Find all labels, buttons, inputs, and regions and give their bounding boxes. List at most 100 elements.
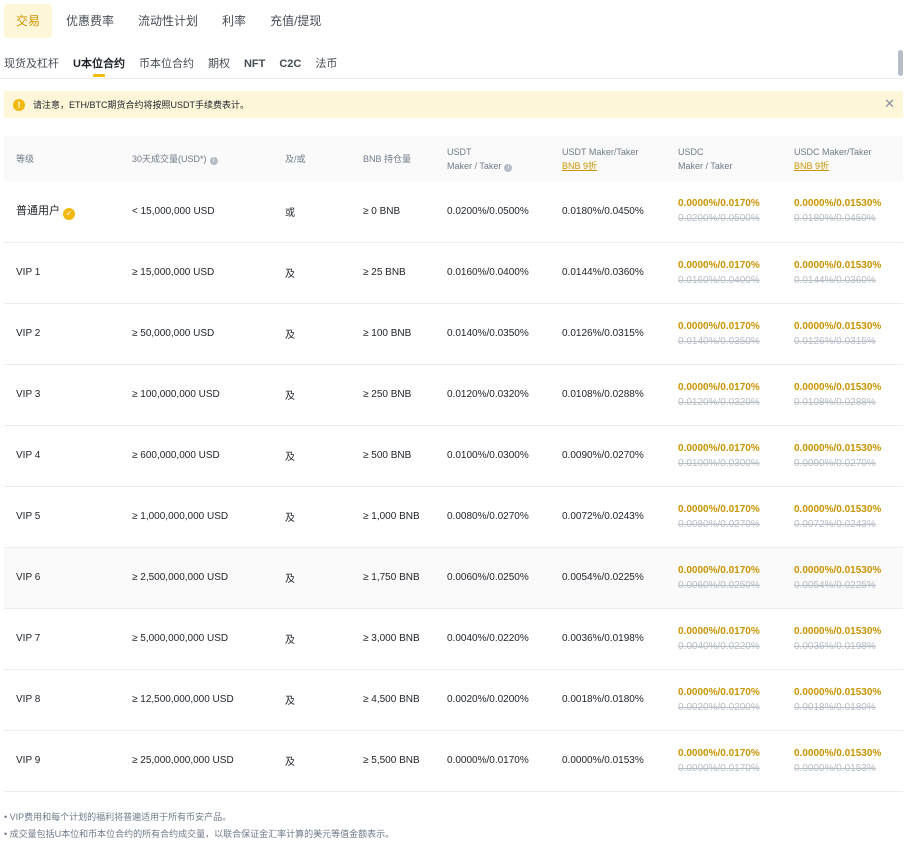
cell-bnb-balance: ≥ 500 BNB (363, 450, 412, 461)
cell-bnb-balance: ≥ 100 BNB (363, 328, 412, 339)
header-level: 等级 (16, 153, 35, 164)
promo-rate: 0.0000%/0.01530% (794, 442, 882, 454)
cell-volume: ≥ 5,000,000,000 USD (132, 633, 229, 644)
subtab-coinm-futures[interactable]: 币本位合约 (139, 50, 194, 78)
cell-usdc-rate: 0.0000%/0.0170% 0.0040%/0.0220% (666, 608, 782, 669)
promo-rate: 0.0000%/0.01530% (794, 198, 882, 210)
cell-bnb-balance: ≥ 1,750 BNB (363, 572, 420, 583)
subtab-nft[interactable]: NFT (244, 50, 265, 78)
cell-usdt-rate: 0.0100%/0.0300% (447, 450, 529, 461)
cell-usdc-rate: 0.0000%/0.0170% 0.0080%/0.0270% (666, 486, 782, 547)
subtab-spot-margin[interactable]: 现货及杠杆 (4, 50, 59, 78)
bnb-discount-link[interactable]: BNB 9折 (562, 159, 666, 173)
cell-level: VIP 7 (16, 633, 41, 644)
original-rate: 0.0144%/0.0360% (794, 274, 876, 286)
cell-usdc-bnb-rate: 0.0000%/0.01530% 0.0000%/0.0153% (782, 730, 903, 791)
table-row: VIP 6 ≥ 2,500,000,000 USD 及 ≥ 1,750 BNB 0.00… (4, 547, 903, 608)
original-rate: 0.0090%/0.0270% (794, 457, 876, 469)
tab-deposit-withdraw[interactable]: 充值/提现 (260, 4, 331, 38)
promo-rate: 0.0000%/0.0170% (678, 381, 760, 393)
info-icon[interactable]: i (209, 156, 218, 165)
cell-usdt-bnb-rate: 0.0054%/0.0225% (562, 572, 644, 583)
cell-and-or: 及 (285, 330, 295, 341)
cell-level: 普通用户 ✓ (4, 181, 120, 242)
cell-level: VIP 3 (16, 389, 41, 400)
cell-volume: ≥ 15,000,000 USD (132, 267, 215, 278)
cell-bnb-balance: ≥ 4,500 BNB (363, 694, 420, 705)
subtab-usdm-futures[interactable]: U本位合约 (73, 50, 125, 78)
subtab-options[interactable]: 期权 (208, 50, 230, 78)
cell-bnb-balance: ≥ 25 BNB (363, 267, 406, 278)
tab-discount-rates[interactable]: 优惠费率 (56, 4, 124, 38)
promo-rate: 0.0000%/0.01530% (794, 625, 882, 637)
sub-tabs: 现货及杠杆 U本位合约 币本位合约 期权 NFT C2C 法币 (0, 50, 905, 79)
tab-trading[interactable]: 交易 (4, 4, 53, 38)
cell-usdt-rate: 0.0160%/0.0400% (447, 267, 529, 278)
scrollbar-thumb[interactable] (898, 50, 903, 76)
cell-bnb-balance: ≥ 250 BNB (363, 389, 412, 400)
original-rate: 0.0040%/0.0220% (678, 640, 760, 652)
cell-usdt-rate: 0.0020%/0.0200% (447, 694, 529, 705)
cell-volume: ≥ 1,000,000,000 USD (132, 511, 229, 522)
cell-usdt-rate: 0.0200%/0.0500% (447, 205, 529, 217)
promo-rate: 0.0000%/0.01530% (794, 747, 882, 759)
header-usdt-bnb: USDT Maker/Taker BNB 9折 (550, 136, 666, 181)
tab-interest-rate[interactable]: 利率 (212, 4, 256, 38)
table-row: VIP 3 ≥ 100,000,000 USD 及 ≥ 250 BNB 0.0120%/… (4, 364, 903, 425)
cell-usdc-rate: 0.0000%/0.0170% 0.0060%/0.0250% (666, 547, 782, 608)
cell-usdt-bnb-rate: 0.0180%/0.0450% (562, 205, 644, 217)
cell-usdc-bnb-rate: 0.0000%/0.01530% 0.0126%/0.0315% (782, 303, 903, 364)
header-volume: 30天成交量(USD*) i (120, 136, 273, 181)
cell-usdc-rate: 0.0000%/0.0170% 0.0200%/0.0500% (666, 181, 782, 242)
cell-level: VIP 9 (16, 755, 41, 766)
cell-volume: ≥ 12,500,000,000 USD (132, 694, 234, 705)
cell-usdc-rate: 0.0000%/0.0170% 0.0100%/0.0300% (666, 425, 782, 486)
original-rate: 0.0000%/0.0170% (678, 762, 760, 774)
cell-volume: ≥ 25,000,000,000 USD (132, 755, 234, 766)
cell-and-or: 及 (285, 696, 295, 707)
cell-usdt-rate: 0.0140%/0.0350% (447, 328, 529, 339)
table-row: VIP 4 ≥ 600,000,000 USD 及 ≥ 500 BNB 0.0100%/… (4, 425, 903, 486)
cell-and-or: 及 (285, 391, 295, 402)
original-rate: 0.0160%/0.0400% (678, 274, 760, 286)
footnote-item: • VIP费用和每个计划的福利将普遍适用于所有币安产品。 (4, 812, 232, 822)
cell-usdt-rate: 0.0120%/0.0320% (447, 389, 529, 400)
cell-volume: < 15,000,000 USD (132, 205, 215, 217)
promo-rate: 0.0000%/0.0170% (678, 503, 760, 515)
cell-usdt-rate: 0.0040%/0.0220% (447, 633, 529, 644)
notice-text: 请注意，ETH/BTC期货合约将按照USDT手续费表计。 (33, 100, 250, 110)
tab-liquidity-program[interactable]: 流动性计划 (128, 4, 208, 38)
table-row: VIP 9 ≥ 25,000,000,000 USD 及 ≥ 5,500 BNB 0.0… (4, 730, 903, 791)
cell-usdc-rate: 0.0000%/0.0170% 0.0020%/0.0200% (666, 669, 782, 730)
cell-usdc-bnb-rate: 0.0000%/0.01530% 0.0036%/0.0198% (782, 608, 903, 669)
original-rate: 0.0060%/0.0250% (678, 579, 760, 591)
cell-usdc-rate: 0.0000%/0.0170% 0.0000%/0.0170% (666, 730, 782, 791)
promo-rate: 0.0000%/0.01530% (794, 320, 882, 332)
header-bnb-balance: BNB 持仓量 (363, 153, 412, 164)
cell-volume: ≥ 2,500,000,000 USD (132, 572, 229, 583)
subtab-c2c[interactable]: C2C (279, 50, 301, 78)
original-rate: 0.0018%/0.0180% (794, 701, 876, 713)
cell-level: VIP 6 (16, 572, 41, 583)
original-rate: 0.0108%/0.0288% (794, 396, 876, 408)
cell-usdc-bnb-rate: 0.0000%/0.01530% 0.0054%/0.0225% (782, 547, 903, 608)
close-icon[interactable]: ✕ (884, 97, 895, 111)
cell-usdt-bnb-rate: 0.0072%/0.0243% (562, 511, 644, 522)
promo-rate: 0.0000%/0.01530% (794, 259, 882, 271)
promo-rate: 0.0000%/0.0170% (678, 686, 760, 698)
subtab-fiat[interactable]: 法币 (315, 50, 337, 78)
cell-usdc-rate: 0.0000%/0.0170% 0.0160%/0.0400% (666, 242, 782, 303)
promo-rate: 0.0000%/0.01530% (794, 564, 882, 576)
header-usdt: USDT Maker / Taker i (435, 136, 550, 181)
original-rate: 0.0000%/0.0153% (794, 762, 876, 774)
bnb-discount-link[interactable]: BNB 9折 (794, 159, 903, 173)
cell-usdt-bnb-rate: 0.0000%/0.0153% (562, 755, 644, 766)
cell-usdt-bnb-rate: 0.0036%/0.0198% (562, 633, 644, 644)
promo-rate: 0.0000%/0.01530% (794, 686, 882, 698)
table-row: 普通用户 ✓ < 15,000,000 USD 或 ≥ 0 BNB 0.0200%/0.0… (4, 181, 903, 242)
original-rate: 0.0126%/0.0315% (794, 335, 876, 347)
table-row: VIP 8 ≥ 12,500,000,000 USD 及 ≥ 4,500 BNB 0.0… (4, 669, 903, 730)
promo-rate: 0.0000%/0.0170% (678, 564, 760, 576)
cell-level: VIP 1 (16, 267, 41, 278)
info-icon[interactable]: i (504, 163, 513, 172)
